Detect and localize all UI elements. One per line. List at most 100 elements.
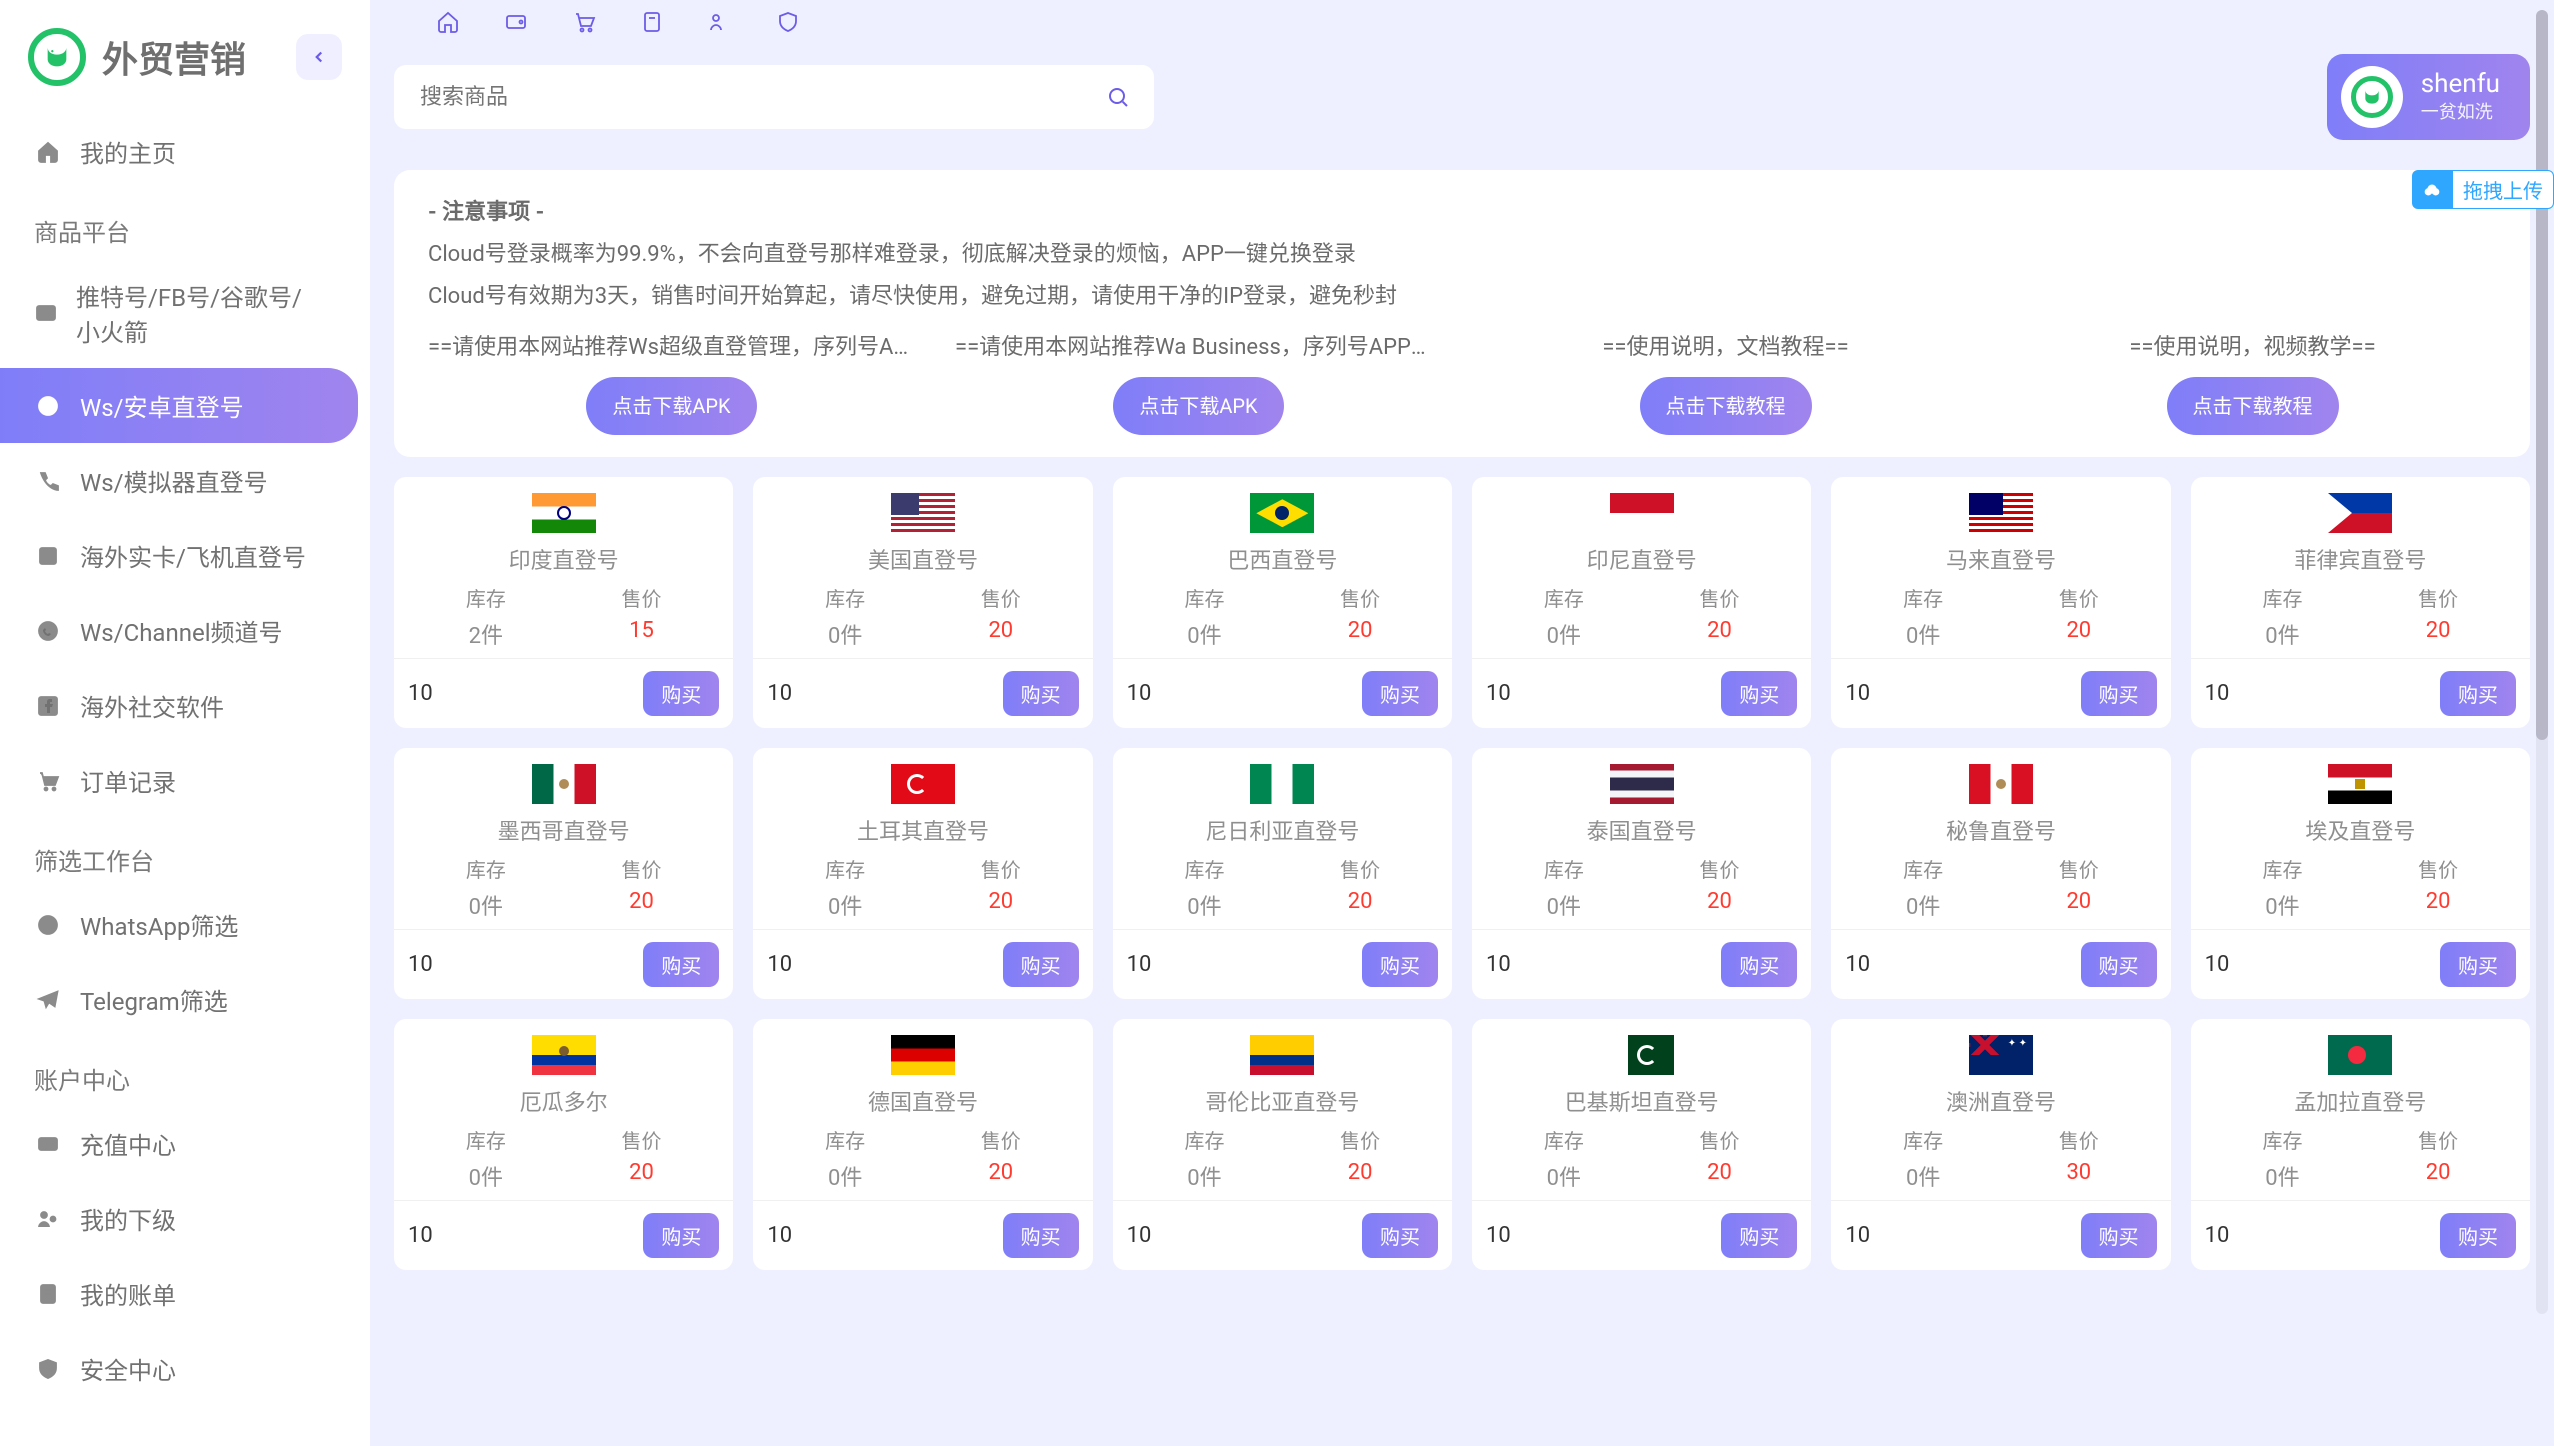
sidebar-item-recharge[interactable]: 充值中心 [0,1106,358,1181]
quantity-value[interactable]: 10 [2205,681,2230,706]
stock-label: 库存 [1903,1125,1943,1154]
product-stats: 库存0件售价20 [2205,854,2516,921]
top-cart-icon[interactable] [570,8,598,36]
sidebar-item-label: 海外实卡/飞机直登号 [80,538,306,573]
sidebar-item-telegram-filter[interactable]: Telegram筛选 [0,962,358,1037]
buy-button[interactable]: 购买 [643,942,719,987]
sidebar-item-overseas-social[interactable]: 海外社交软件 [0,668,358,743]
product-stats: 库存0件售价20 [408,854,719,921]
quantity-value[interactable]: 10 [767,681,792,706]
sidebar-collapse-button[interactable] [296,34,342,80]
buy-button[interactable]: 购买 [1721,1213,1797,1258]
sidebar-item-ws-channel[interactable]: Ws/Channel频道号 [0,593,358,668]
flag-icon [1969,764,2033,804]
notice-download-button[interactable]: 点击下载教程 [2167,377,2339,435]
product-card: 美国直登号库存0件售价2010购买 [753,477,1092,728]
product-card: 厄瓜多尔库存0件售价2010购买 [394,1019,733,1270]
quantity-value[interactable]: 10 [1845,1223,1870,1248]
price-label: 售价 [2418,583,2458,612]
buy-button[interactable]: 购买 [2440,942,2516,987]
quantity-value[interactable]: 10 [2205,952,2230,977]
price-label: 售价 [1340,583,1380,612]
product-card: 泰国直登号库存0件售价2010购买 [1472,748,1811,999]
quantity-value[interactable]: 10 [1127,1223,1152,1248]
cloud-upload-icon [2412,170,2452,209]
buy-button[interactable]: 购买 [1003,1213,1079,1258]
buy-button[interactable]: 购买 [1362,1213,1438,1258]
sidebar-item-home[interactable]: 我的主页 [0,114,358,189]
user-chip[interactable]: shenfu 一贫如洗 [2327,54,2530,140]
buy-button[interactable]: 购买 [1362,942,1438,987]
buy-button[interactable]: 购买 [2081,942,2157,987]
flag-icon [532,493,596,533]
buy-button[interactable]: 购买 [643,1213,719,1258]
product-card: 巴西直登号库存0件售价2010购买 [1113,477,1452,728]
product-stats: 库存0件售价20 [1486,583,1797,650]
buy-button[interactable]: 购买 [1362,671,1438,716]
sidebar-nav: 我的主页 商品平台 推特号/FB号/谷歌号/小火箭 Ws/安卓直登号 Ws/模拟… [0,114,370,1446]
flag-icon [1610,1035,1674,1075]
top-wallet-icon[interactable] [502,8,530,36]
buy-button[interactable]: 购买 [2440,671,2516,716]
buy-button[interactable]: 购买 [2440,1213,2516,1258]
sidebar-item-ws-emulator[interactable]: Ws/模拟器直登号 [0,443,358,518]
buy-button[interactable]: 购买 [2081,671,2157,716]
quantity-value[interactable]: 10 [1845,952,1870,977]
price-value: 20 [981,1160,1021,1185]
quantity-value[interactable]: 10 [1486,1223,1511,1248]
sidebar-item-label: 充值中心 [80,1126,176,1161]
price-label: 售价 [621,583,661,612]
buy-button[interactable]: 购买 [1003,671,1079,716]
whatsapp-icon [34,913,62,937]
sidebar-item-social-accounts[interactable]: 推特号/FB号/谷歌号/小火箭 [0,258,358,368]
quantity-value[interactable]: 10 [1127,681,1152,706]
buy-button[interactable]: 购买 [2081,1213,2157,1258]
sidebar-item-downline[interactable]: 我的下级 [0,1181,358,1256]
notice-download-button[interactable]: 点击下载APK [586,377,756,435]
top-shield-icon[interactable] [774,8,802,36]
flag-icon [532,764,596,804]
stock-value: 0件 [825,889,865,921]
sidebar-item-orders[interactable]: 订单记录 [0,743,358,818]
stock-label: 库存 [2262,854,2302,883]
quantity-value[interactable]: 10 [767,1223,792,1248]
price-value: 20 [2418,889,2458,914]
quantity-value[interactable]: 10 [408,952,433,977]
buy-button[interactable]: 购买 [1721,942,1797,987]
product-name: 巴西直登号 [1127,543,1438,575]
sidebar-item-overseas-sim[interactable]: 海外实卡/飞机直登号 [0,518,358,593]
quantity-value[interactable]: 10 [408,1223,433,1248]
users-icon [34,1207,62,1231]
sidebar-item-security[interactable]: 安全中心 [0,1331,358,1406]
quantity-value[interactable]: 10 [2205,1223,2230,1248]
sidebar-item-bills[interactable]: 我的账单 [0,1256,358,1331]
search-input[interactable] [418,83,1094,111]
upload-float[interactable]: 拖拽上传 [2412,170,2554,209]
quantity-value[interactable]: 10 [1127,952,1152,977]
quantity-value[interactable]: 10 [1486,952,1511,977]
quantity-value[interactable]: 10 [1486,681,1511,706]
top-bill-icon[interactable] [638,8,666,36]
product-stats: 库存0件售价20 [1127,1125,1438,1192]
sidebar-section-filter: 筛选工作台 [0,818,370,887]
quantity-value[interactable]: 10 [408,681,433,706]
buy-button[interactable]: 购买 [643,671,719,716]
buy-button[interactable]: 购买 [1003,942,1079,987]
buy-button[interactable]: 购买 [1721,671,1797,716]
quantity-value[interactable]: 10 [767,952,792,977]
shield-icon [34,1357,62,1381]
flag-icon [1969,1035,2033,1075]
top-home-icon[interactable] [434,8,462,36]
quantity-value[interactable]: 10 [1845,681,1870,706]
brand-logo-icon [28,28,86,86]
stock-label: 库存 [1544,854,1584,883]
sidebar-item-whatsapp-filter[interactable]: WhatsApp筛选 [0,887,358,962]
sidebar-section-account: 账户中心 [0,1037,370,1106]
top-users-icon[interactable] [706,8,734,36]
notice-download-button[interactable]: 点击下载教程 [1640,377,1812,435]
search-icon[interactable] [1106,85,1130,109]
sidebar-item-ws-android[interactable]: Ws/安卓直登号 [0,368,358,443]
product-name: 澳洲直登号 [1845,1085,2156,1117]
flag-icon [2328,1035,2392,1075]
notice-download-button[interactable]: 点击下载APK [1113,377,1283,435]
